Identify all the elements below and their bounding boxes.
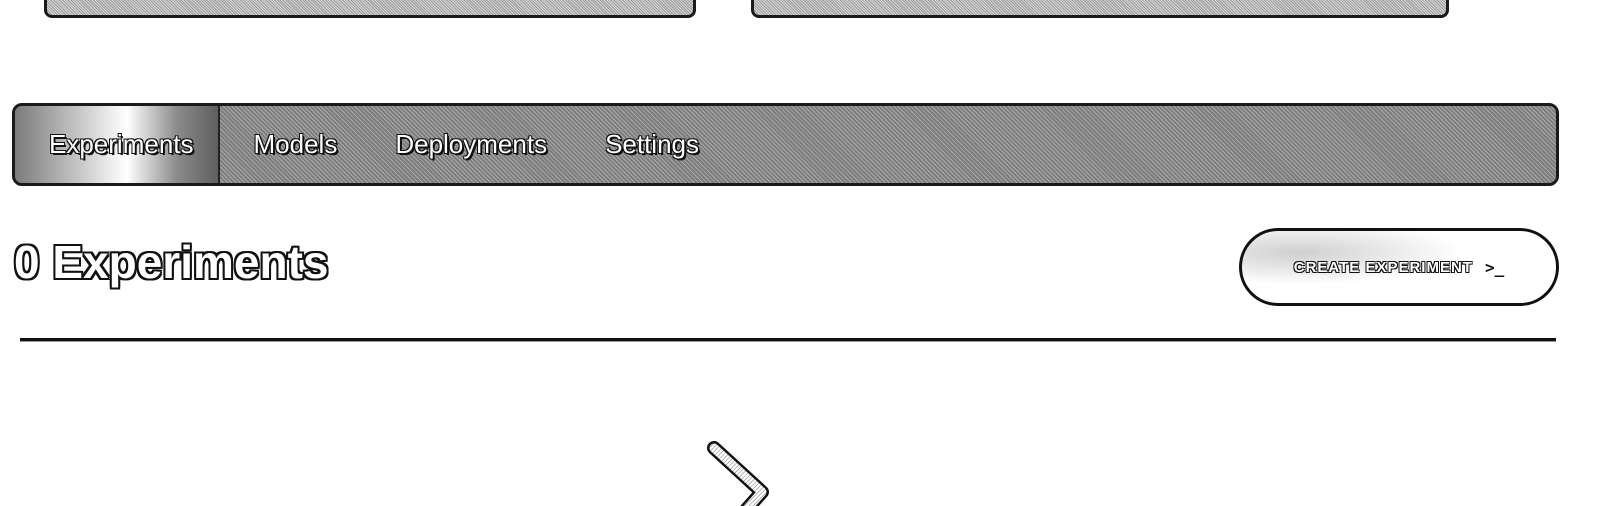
create-experiment-button[interactable]: CREATE EXPERIMENT >_ [1239,228,1559,306]
page-title: 0 Experiments [14,232,329,292]
tab-deployments[interactable]: Deployments [395,106,547,183]
chevron-right-icon [707,441,769,506]
main-tab-bar: Experiments Models Deployments Settings [12,103,1559,186]
tab-models[interactable]: Models [254,106,338,183]
create-experiment-label: CREATE EXPERIMENT [1293,258,1473,276]
header-divider [20,338,1556,342]
tab-settings[interactable]: Settings [605,106,699,183]
top-card-left [44,0,696,18]
page: Experiments Models Deployments Settings … [0,0,1600,506]
top-card-right [751,0,1449,18]
tab-experiments[interactable]: Experiments [15,106,220,183]
terminal-icon: >_ [1484,257,1505,277]
